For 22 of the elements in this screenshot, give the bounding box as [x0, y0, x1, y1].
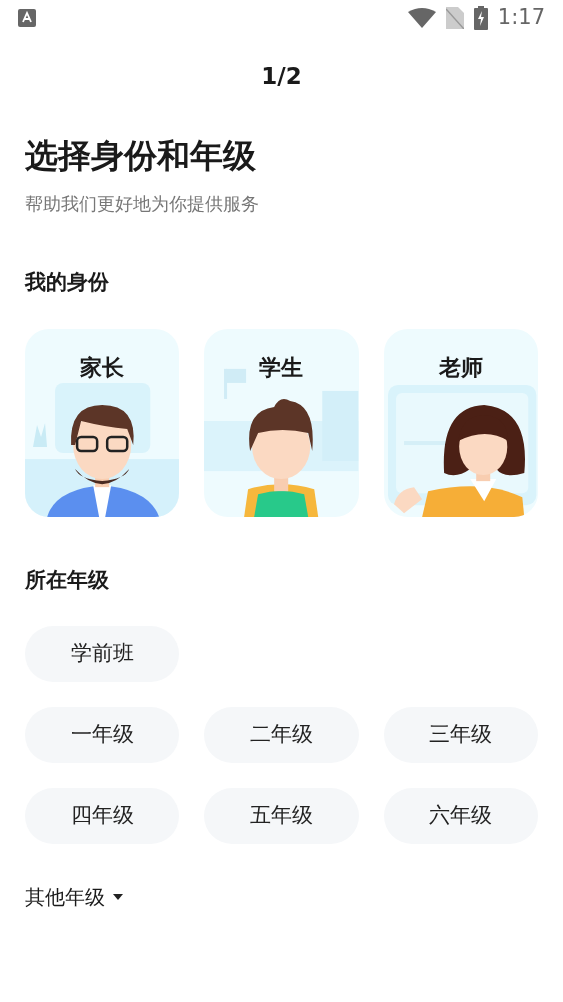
page-subtitle: 帮助我们更好地为你提供服务: [25, 192, 260, 216]
section-heading: 我的身份: [25, 269, 110, 296]
other-grades-dropdown[interactable]: 其他年级: [25, 882, 123, 912]
clock: 1:17: [497, 4, 545, 32]
identity-card[interactable]: 学生: [204, 328, 359, 517]
page-title: 选择身份和年级: [25, 135, 257, 177]
grade-option[interactable]: 六年级: [383, 788, 538, 844]
no-sim-icon: [445, 7, 464, 29]
grade-option[interactable]: 一年级: [25, 707, 180, 763]
grade-option[interactable]: 学前班: [25, 626, 180, 682]
grade-option[interactable]: 二年级: [204, 707, 359, 763]
grade-option[interactable]: 四年级: [25, 788, 180, 844]
caret-icon: [113, 894, 123, 900]
wifi-icon: [407, 8, 436, 28]
identity-card[interactable]: 老师: [383, 328, 538, 517]
grade-option[interactable]: 三年级: [383, 707, 538, 763]
section-heading: 所在年级: [25, 566, 110, 594]
battery-charging-icon: [473, 6, 488, 30]
step-indicator: 1/2: [261, 61, 302, 91]
identity-card[interactable]: 家长: [25, 328, 180, 517]
grade-option[interactable]: 五年级: [204, 788, 359, 844]
keyboard-icon: [18, 9, 36, 27]
